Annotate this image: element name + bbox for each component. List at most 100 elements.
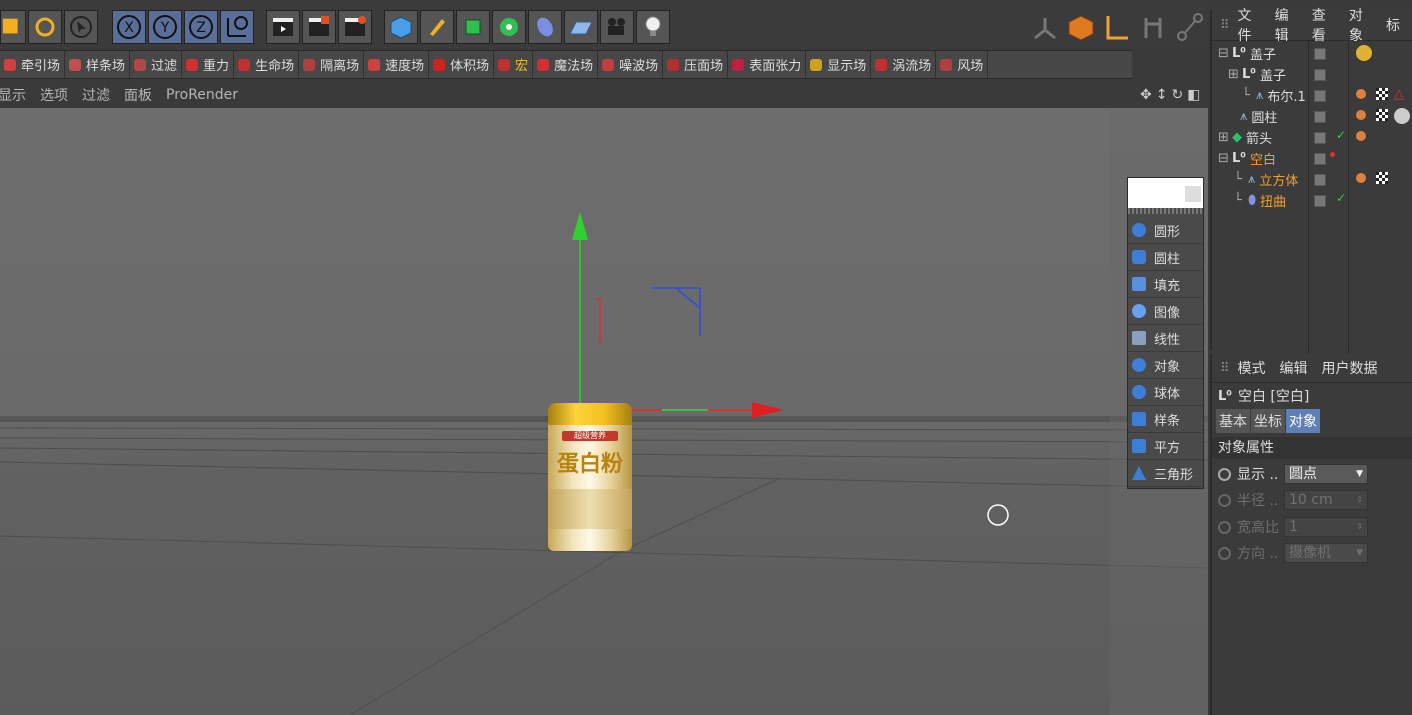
expand-icon[interactable]: ⊟ [1218, 151, 1229, 166]
animate-radio[interactable] [1218, 493, 1231, 507]
select-tool-button[interactable] [64, 10, 98, 44]
field-item-spline[interactable]: 样条场 [65, 51, 131, 78]
floor-button[interactable] [564, 10, 598, 44]
field-item-display[interactable]: 显示场 [806, 51, 872, 78]
om-menu-file[interactable]: 文件 [1238, 5, 1261, 45]
visibility-toggle[interactable] [1314, 48, 1326, 60]
popup-item-triangle[interactable]: 三角形 [1128, 460, 1203, 487]
light-button[interactable] [636, 10, 670, 44]
subdivision-button[interactable] [456, 10, 490, 44]
z-axis-lock-button[interactable]: Z [184, 10, 218, 44]
om-row-cube[interactable]: └ ⩚ 立方体 [1212, 169, 1412, 190]
om-row-null[interactable]: ⊟ L⁰ 空白 [1212, 148, 1412, 169]
coordinate-system-button[interactable] [220, 10, 254, 44]
mode-points-button[interactable] [1030, 10, 1060, 44]
mode-texture-button[interactable] [1138, 10, 1168, 44]
render-view-button[interactable] [266, 10, 300, 44]
visibility-toggle[interactable] [1314, 153, 1326, 165]
field-item-press[interactable]: 压面场 [663, 51, 729, 78]
panel-grip-icon[interactable]: ⠿ [1220, 18, 1230, 33]
panel-grip-icon[interactable]: ⠿ [1220, 361, 1230, 376]
checkmark-icon[interactable]: ✓ [1336, 191, 1346, 205]
om-menu-object[interactable]: 对象 [1349, 5, 1372, 45]
x-axis-lock-button[interactable]: X [112, 10, 146, 44]
field-item-gravity[interactable]: 重力 [182, 51, 235, 78]
popup-close-button[interactable] [1185, 186, 1201, 202]
field-item-surface-tension[interactable]: 表面张力 [728, 51, 807, 78]
visibility-toggle[interactable] [1314, 174, 1326, 186]
x-axis-arrow[interactable] [752, 402, 784, 418]
popup-item-cylinder[interactable]: 圆柱 [1128, 244, 1203, 271]
vp-menu-panel[interactable]: 面板 [124, 85, 152, 105]
radius-field[interactable]: 10 cm ⇕ [1284, 490, 1368, 510]
material-tag-icon[interactable] [1356, 45, 1372, 61]
popup-header[interactable] [1128, 178, 1203, 208]
field-item-attractor[interactable]: 牵引场 [0, 51, 66, 78]
deformer-button[interactable] [528, 10, 562, 44]
field-item-vortex[interactable]: 涡流场 [871, 51, 937, 78]
mode-weight-button[interactable] [1174, 10, 1204, 44]
om-row-boole[interactable]: └ ⩚ 布尔.1 △ [1212, 85, 1412, 106]
display-dropdown[interactable]: 圆点 ▼ [1284, 464, 1368, 484]
vp-menu-options[interactable]: 选项 [40, 85, 68, 105]
popup-item-image[interactable]: 图像 [1128, 298, 1203, 325]
expand-icon[interactable]: ⊞ [1228, 67, 1239, 82]
om-row-cylinder[interactable]: ⩚ 圆柱 [1212, 106, 1412, 127]
visibility-toggle[interactable] [1314, 111, 1326, 123]
cloner-button[interactable] [492, 10, 526, 44]
aspect-ratio-field[interactable]: 1 ⇕ [1284, 517, 1368, 537]
tab-object[interactable]: 对象 [1286, 409, 1320, 433]
scale-tool-button[interactable] [0, 10, 26, 44]
editor-visibility-dot[interactable] [1330, 152, 1335, 157]
texture-tag-icon[interactable] [1376, 88, 1388, 100]
om-menu-edit[interactable]: 编辑 [1275, 5, 1298, 45]
texture-tag-icon[interactable] [1376, 172, 1388, 184]
animate-radio[interactable] [1218, 520, 1231, 534]
rotate-view-icon[interactable]: ↻ [1171, 87, 1183, 103]
om-row-lid[interactable]: ⊟ L⁰ 盖子 [1212, 43, 1412, 64]
field-item-macro[interactable]: 宏 [494, 51, 534, 78]
expand-icon[interactable]: ⊞ [1218, 130, 1229, 145]
product-can-model[interactable]: 超级营养 蛋白粉 [548, 403, 632, 553]
vp-menu-prorender[interactable]: ProRender [166, 87, 238, 103]
visibility-toggle[interactable] [1314, 69, 1326, 81]
zoom-view-icon[interactable]: ↕ [1156, 87, 1168, 103]
stepper-icon[interactable]: ⇕ [1356, 518, 1363, 536]
rotate-tool-button[interactable] [28, 10, 62, 44]
animate-radio[interactable] [1218, 467, 1231, 481]
popup-item-spline[interactable]: 样条 [1128, 406, 1203, 433]
move-view-icon[interactable]: ✥ [1140, 87, 1152, 103]
field-item-magic[interactable]: 魔法场 [533, 51, 599, 78]
orientation-dropdown[interactable]: 摄像机 ▼ [1284, 543, 1368, 563]
render-picture-viewer-button[interactable] [302, 10, 336, 44]
field-item-velocity[interactable]: 速度场 [364, 51, 430, 78]
am-menu-edit[interactable]: 编辑 [1280, 358, 1308, 378]
field-item-noise[interactable]: 噪波场 [598, 51, 664, 78]
popup-item-object[interactable]: 对象 [1128, 352, 1203, 379]
phong-tag-icon[interactable] [1356, 173, 1366, 183]
field-item-isolate[interactable]: 隔离场 [299, 51, 365, 78]
animate-radio[interactable] [1218, 546, 1231, 560]
om-row-bend[interactable]: └ ⬮ 扭曲 ✓ [1212, 190, 1412, 211]
om-menu-view[interactable]: 查看 [1312, 5, 1335, 45]
tab-coordinates[interactable]: 坐标 [1251, 409, 1285, 433]
field-item-filter[interactable]: 过滤 [130, 51, 183, 78]
tab-basic[interactable]: 基本 [1216, 409, 1250, 433]
visibility-toggle[interactable] [1314, 132, 1326, 144]
expand-icon[interactable]: ⊟ [1218, 46, 1229, 61]
mode-object-button[interactable] [1066, 10, 1096, 44]
popup-item-circle[interactable]: 圆形 [1128, 217, 1203, 244]
vp-menu-display[interactable]: 显示 [0, 85, 26, 105]
y-axis-lock-button[interactable]: Y [148, 10, 182, 44]
field-item-volume[interactable]: 体积场 [429, 51, 495, 78]
popup-grip[interactable] [1128, 208, 1203, 214]
am-menu-user-data[interactable]: 用户数据 [1322, 358, 1378, 378]
stepper-icon[interactable]: ⇕ [1356, 491, 1363, 509]
om-row-lid-child[interactable]: ⊞ L⁰ 盖子 [1212, 64, 1412, 85]
visibility-toggle[interactable] [1314, 195, 1326, 207]
maximize-view-icon[interactable]: ◧ [1187, 87, 1200, 103]
cube-object-button[interactable] [384, 10, 418, 44]
warning-triangle-icon[interactable]: △ [1394, 87, 1404, 102]
vp-menu-filter[interactable]: 过滤 [82, 85, 110, 105]
camera-button[interactable] [600, 10, 634, 44]
